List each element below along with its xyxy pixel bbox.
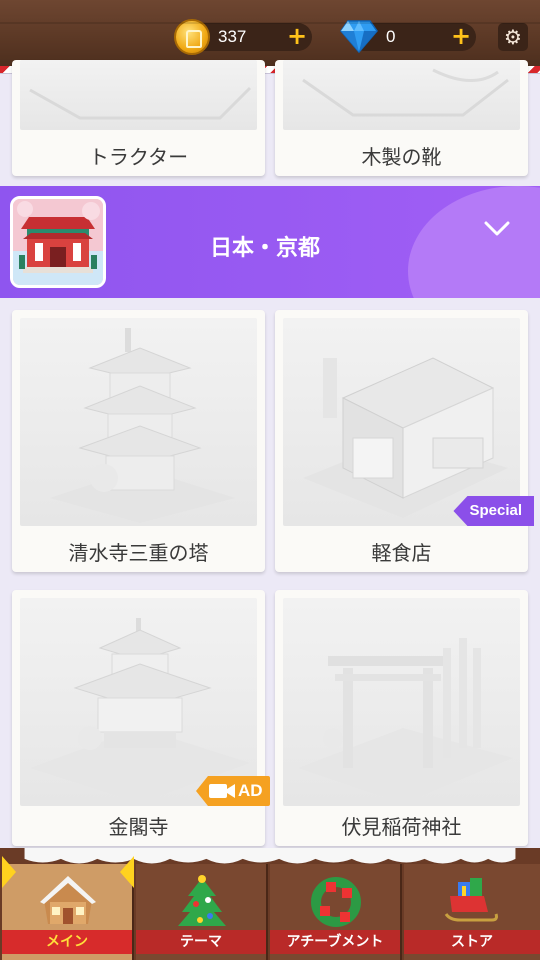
video-camera-icon — [209, 784, 235, 798]
tab-label: ストア — [404, 930, 540, 954]
settings-button[interactable]: ⚙ — [498, 23, 528, 51]
model-card-fushimi-inari[interactable]: 伏見稲荷神社 — [275, 590, 528, 846]
model-label: 清水寺三重の塔 — [68, 541, 209, 565]
model-thumbnail — [283, 598, 520, 806]
tab-label: アチーブメント — [270, 930, 400, 954]
special-badge: Special — [453, 496, 534, 526]
chevron-down-icon[interactable] — [484, 220, 510, 238]
model-card-kinkakuji[interactable]: 金閣寺 — [12, 590, 265, 846]
coin-amount: 337 — [218, 27, 247, 46]
model-thumbnail — [283, 60, 520, 130]
model-label: 伏見稲荷神社 — [341, 815, 462, 839]
model-thumbnail — [20, 318, 257, 526]
ad-badge: AD — [196, 776, 270, 806]
tab-right-arrow-icon — [120, 856, 134, 888]
tab-store[interactable]: ストア — [404, 864, 540, 960]
diamond-icon — [340, 20, 378, 53]
bottom-navigation: メイン テーマ アチーブメント ストア — [0, 848, 540, 960]
tab-label: メイン — [2, 930, 132, 954]
model-thumbnail — [20, 60, 257, 130]
add-coins-button[interactable]: + — [286, 24, 308, 48]
model-label: 軽食店 — [371, 541, 432, 565]
model-label: 金閣寺 — [108, 815, 169, 839]
tab-achievements[interactable]: アチーブメント — [270, 864, 402, 960]
gem-amount: 0 — [386, 27, 396, 46]
house-icon — [40, 876, 96, 924]
coin-icon — [174, 19, 210, 55]
christmas-tree-icon — [178, 875, 226, 926]
tab-left-arrow-icon — [2, 856, 16, 888]
sleigh-icon — [444, 878, 498, 922]
model-card-snack-shop[interactable]: 軽食店 — [275, 310, 528, 572]
model-thumbnail — [283, 318, 520, 526]
gear-icon: ⚙ — [504, 25, 522, 49]
model-card-wooden-shoes[interactable]: 木製の靴 — [275, 60, 528, 176]
model-card-kiyomizu-pagoda[interactable]: 清水寺三重の塔 — [12, 310, 265, 572]
category-thumbnail — [10, 196, 106, 288]
coin-balance: 337 + — [174, 19, 312, 55]
banner-decoration — [408, 186, 540, 298]
tab-label: テーマ — [136, 930, 266, 954]
model-thumbnail — [20, 598, 257, 806]
gem-balance: 0 + — [340, 20, 476, 53]
category-title: 日本・京都 — [209, 236, 320, 261]
category-banner-kyoto[interactable]: 日本・京都 — [0, 186, 540, 298]
tab-main[interactable]: メイン — [2, 864, 134, 960]
wreath-icon — [311, 877, 361, 927]
ad-label: AD — [238, 781, 263, 800]
model-card-tractor[interactable]: トラクター — [12, 60, 265, 176]
model-label: 木製の靴 — [361, 145, 442, 169]
top-bar: 337 + 0 + ⚙ — [0, 0, 540, 66]
model-label: トラクター — [88, 145, 189, 169]
add-gems-button[interactable]: + — [450, 24, 472, 48]
tab-theme[interactable]: テーマ — [136, 864, 268, 960]
